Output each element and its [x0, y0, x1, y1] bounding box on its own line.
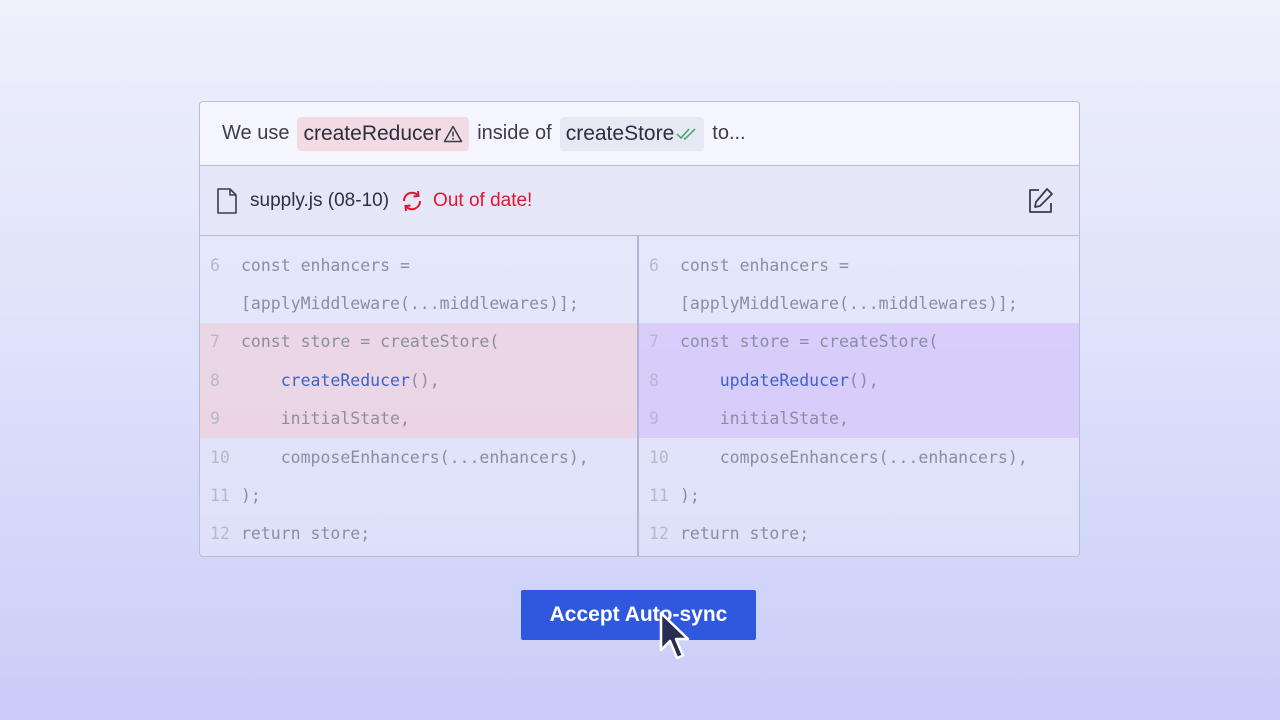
line-number: 12 — [210, 524, 230, 544]
file-name[interactable]: supply.js (08-10) — [250, 190, 389, 212]
sentence-prefix: We use — [222, 122, 290, 144]
diff-pane-original: 6 const enhancers = [applyMiddleware(...m… — [200, 236, 639, 556]
code-line: 6 const enhancers = — [639, 246, 1079, 284]
mouse-cursor-icon — [659, 611, 690, 660]
sentence-middle: inside of — [477, 122, 552, 144]
code-rest: (), — [409, 370, 440, 390]
code-line-added: 7 const store = createStore( — [639, 322, 1079, 362]
line-code: return store; — [241, 524, 371, 544]
line-code: composeEnhancers(...enhancers), — [241, 447, 589, 467]
code-line: 12 return store; — [639, 515, 1079, 553]
line-code: return store; — [680, 524, 810, 544]
sentence-suffix: to... — [712, 122, 746, 144]
line-number: 10 — [210, 447, 230, 467]
line-number: 11 — [210, 486, 230, 506]
line-number: 7 — [649, 332, 659, 352]
line-code: composeEnhancers(...enhancers), — [680, 447, 1028, 467]
chip-label: createStore — [565, 121, 675, 145]
code-line-added: 8 updateReducer(), — [639, 361, 1079, 400]
reference-chip-outdated[interactable]: createReducer — [297, 116, 470, 151]
function-name: createReducer — [280, 370, 410, 390]
diff-view: 6 const enhancers = [applyMiddleware(...m… — [200, 236, 1079, 556]
line-number: 10 — [649, 447, 669, 467]
context-sentence: We use createReducer inside of createSto… — [200, 102, 1079, 166]
file-header: supply.js (08-10) Out of date! — [200, 166, 1079, 236]
line-code: createReducer(), — [241, 371, 440, 390]
line-code: updateReducer(), — [680, 371, 879, 390]
code-rest: (), — [848, 370, 879, 390]
accept-auto-sync-button[interactable]: Accept Auto-sync — [521, 590, 756, 640]
code-line-added: 9 initialState, — [639, 399, 1079, 438]
code-line: 6 const enhancers = — [200, 246, 637, 284]
warning-icon — [443, 125, 463, 143]
line-number: 9 — [649, 409, 659, 429]
code-line: [applyMiddleware(...middlewares)]; — [639, 284, 1079, 322]
line-number: 11 — [649, 486, 669, 506]
line-code: const enhancers = — [680, 255, 849, 275]
line-number: 6 — [210, 255, 220, 275]
line-code: ); — [241, 486, 261, 506]
line-code: const store = createStore( — [680, 332, 939, 352]
file-icon — [216, 187, 238, 215]
line-number: 6 — [649, 255, 659, 275]
code-line: 10 composeEnhancers(...enhancers), — [200, 438, 637, 476]
function-name: updateReducer — [719, 370, 849, 390]
reference-chip-synced[interactable]: createStore — [559, 116, 705, 151]
code-line-removed: 9 initialState, — [200, 399, 637, 438]
line-number: 12 — [649, 524, 669, 544]
chip-label: createReducer — [303, 121, 442, 145]
line-number: 8 — [649, 370, 659, 390]
line-code: ); — [680, 486, 700, 506]
code-line-removed: 8 createReducer(), — [200, 361, 637, 400]
edit-icon[interactable] — [1025, 186, 1055, 216]
line-number: 9 — [210, 409, 220, 429]
code-line-removed: 7 const store = createStore( — [200, 322, 637, 362]
line-code: initialState, — [241, 409, 410, 429]
diff-pane-updated: 6 const enhancers = [applyMiddleware(...m… — [639, 236, 1079, 556]
line-code: const enhancers = — [241, 255, 410, 275]
line-code: initialState, — [680, 409, 849, 429]
line-code: const store = createStore( — [241, 332, 500, 352]
sync-icon — [399, 188, 425, 214]
code-line: 11); — [639, 476, 1079, 514]
sync-card: We use createReducer inside of createSto… — [199, 101, 1080, 557]
code-line: 10 composeEnhancers(...enhancers), — [639, 438, 1079, 476]
line-code: [applyMiddleware(...middlewares)]; — [680, 294, 1018, 314]
code-line: [applyMiddleware(...middlewares)]; — [200, 284, 637, 322]
code-line: 12 return store; — [200, 515, 637, 553]
line-number: 8 — [210, 370, 220, 390]
code-line: 11); — [200, 476, 637, 514]
double-check-icon — [676, 127, 698, 141]
line-code: [applyMiddleware(...middlewares)]; — [241, 294, 579, 314]
status-label: Out of date! — [433, 189, 533, 211]
line-number: 7 — [210, 332, 220, 352]
